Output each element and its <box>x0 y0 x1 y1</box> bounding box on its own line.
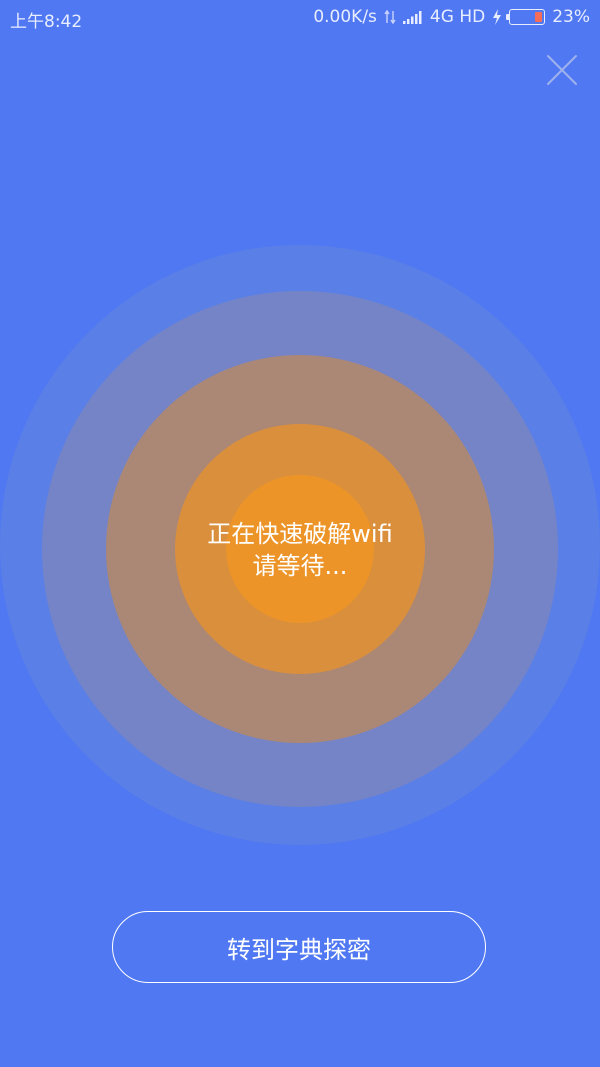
status-time: 上午8:42 <box>10 12 83 32</box>
charging-icon <box>492 9 502 25</box>
dictionary-crack-button[interactable]: 转到字典探密 <box>112 911 486 983</box>
dictionary-crack-button-label: 转到字典探密 <box>227 935 371 964</box>
cracking-status-text: 正在快速破解wifi 请等待... <box>150 518 450 582</box>
battery-percent: 23% <box>552 7 590 27</box>
signal-icon <box>402 10 423 24</box>
status-bar: 上午8:42 0.00K/s 4G HD 23% <box>0 0 600 36</box>
close-button[interactable] <box>544 52 580 88</box>
battery-tip <box>506 14 510 20</box>
close-icon <box>547 55 577 85</box>
data-transfer-icon <box>384 9 396 25</box>
network-speed: 0.00K/s <box>313 7 377 27</box>
battery-icon <box>506 9 546 25</box>
cracking-status-line1: 正在快速破解wifi <box>207 520 393 548</box>
status-indicators: 0.00K/s 4G HD 23% <box>313 7 590 27</box>
battery-level-fill <box>535 12 543 22</box>
cracking-status-line2: 请等待... <box>252 552 348 580</box>
network-type: 4G HD <box>429 7 486 27</box>
